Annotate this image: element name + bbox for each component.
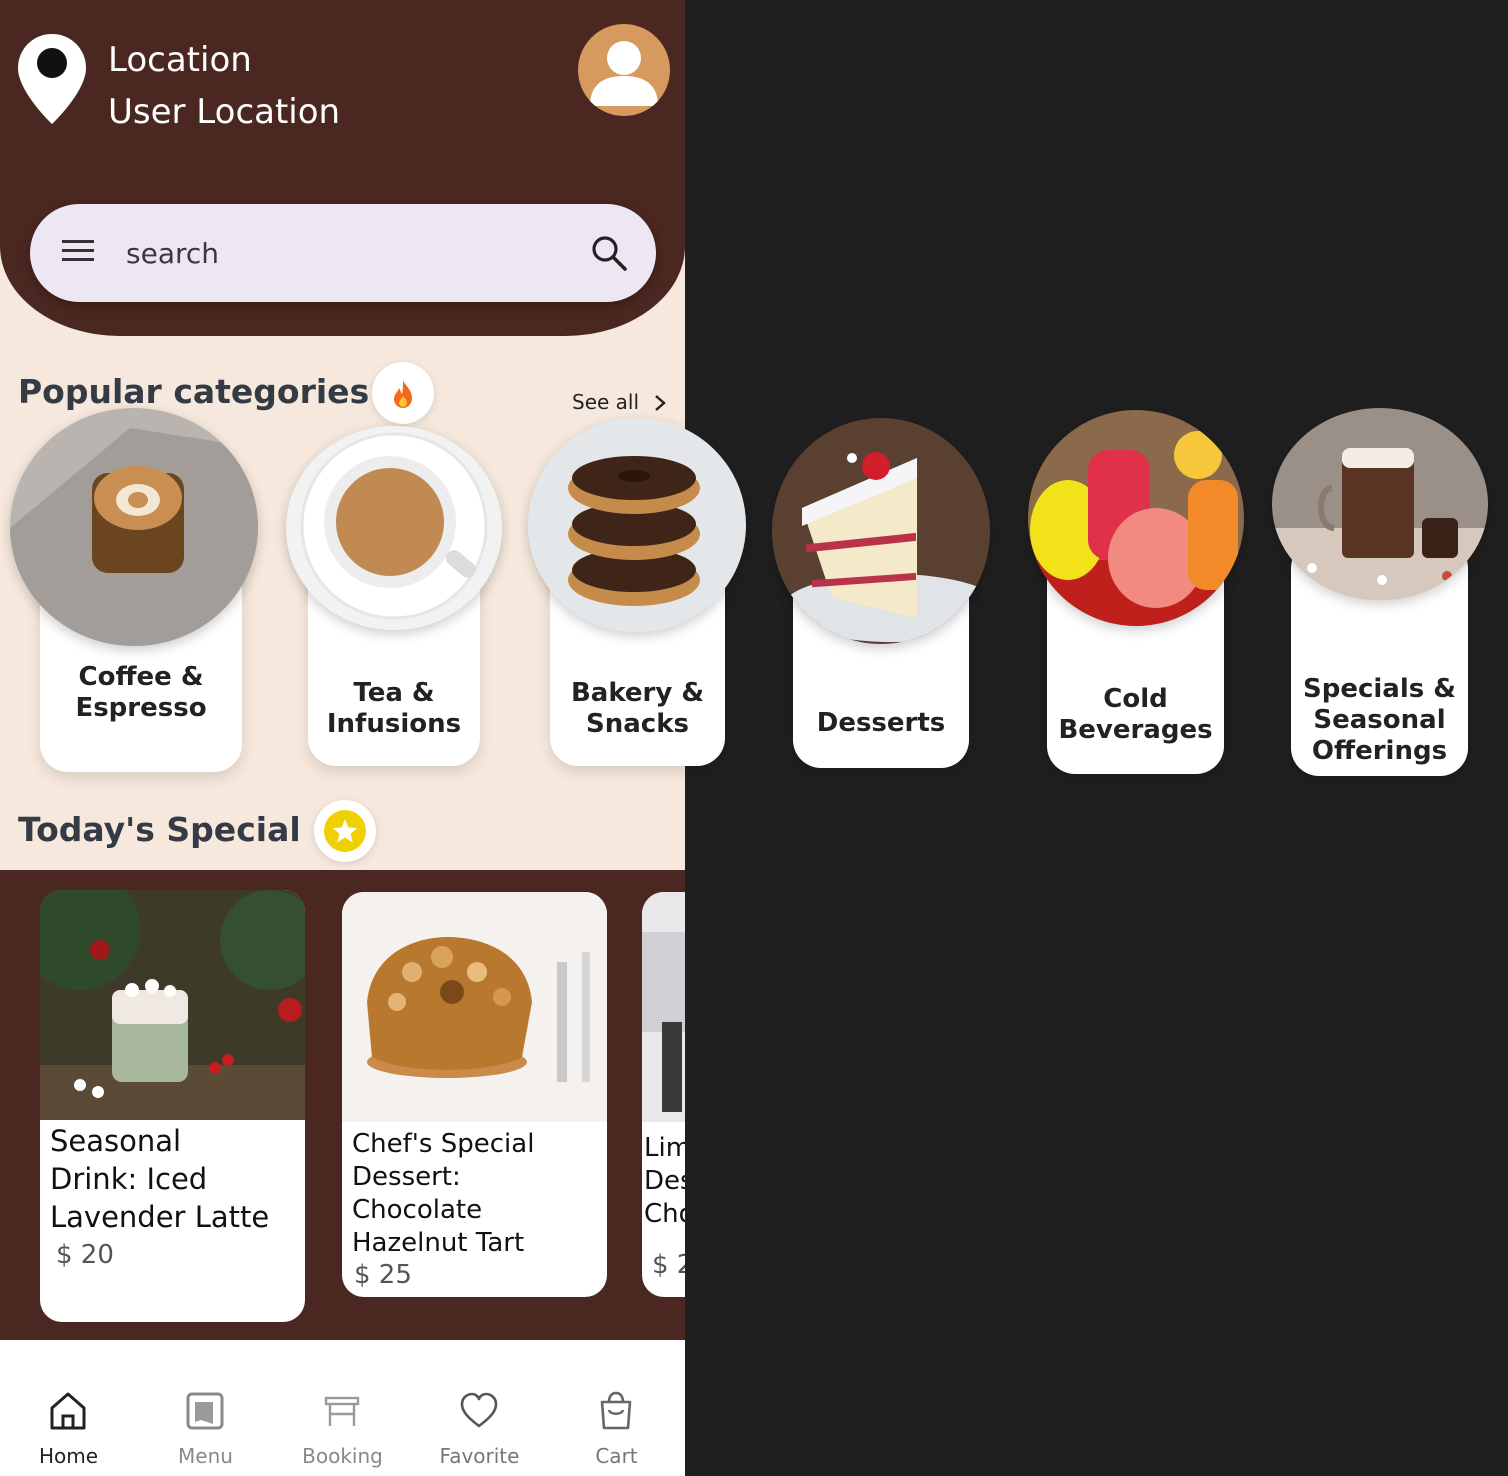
hamburger-menu-icon[interactable]: [62, 238, 94, 264]
see-all-link[interactable]: See all: [572, 390, 639, 414]
category-image-tea[interactable]: [286, 426, 502, 630]
nav-item-home[interactable]: Home: [0, 1340, 137, 1476]
category-label: Coffee & Espresso: [75, 662, 207, 723]
nav-label: Home: [38, 1444, 99, 1468]
nav-label: Booking: [302, 1444, 383, 1468]
search-icon[interactable]: [590, 234, 628, 272]
special-item-price: $ 2: [652, 1250, 685, 1280]
special-item-name: Lim Des Cho: [644, 1133, 685, 1229]
special-item-name: Seasonal Drink: Iced Lavender Latte: [50, 1124, 270, 1234]
location-label: Location: [108, 40, 252, 80]
star-badge: [314, 800, 376, 862]
shopping-bag-icon: [600, 1391, 632, 1430]
nav-label: Cart: [595, 1444, 638, 1468]
search-bar[interactable]: [30, 204, 656, 302]
nav-item-favorite[interactable]: Favorite: [411, 1340, 548, 1476]
location-pin-icon[interactable]: [16, 32, 88, 126]
category-label: Bakery & Snacks: [570, 678, 705, 739]
location-value[interactable]: User Location: [108, 92, 340, 132]
nav-item-cart[interactable]: Cart: [548, 1340, 685, 1476]
todays-special-title: Today's Special: [18, 810, 301, 849]
nav-label: Menu: [178, 1444, 233, 1468]
category-label: Desserts: [816, 708, 946, 738]
menu-book-icon: [186, 1392, 224, 1430]
booking-table-icon: [324, 1396, 360, 1426]
header: Location User Location: [0, 0, 685, 336]
home-icon: [50, 1392, 86, 1430]
category-label: Tea & Infusions: [326, 678, 462, 739]
star-icon: [324, 810, 366, 852]
category-image-bakery[interactable]: [528, 418, 746, 632]
user-avatar-icon[interactable]: [578, 24, 670, 116]
fire-icon: [394, 380, 412, 408]
popular-categories-title: Popular categories: [18, 372, 370, 411]
category-label: Specials & Seasonal Offerings: [1303, 674, 1456, 766]
nav-label: Favorite: [439, 1444, 520, 1468]
search-input[interactable]: [126, 232, 546, 274]
fire-badge: [372, 362, 434, 424]
category-image-coffee[interactable]: [10, 408, 258, 646]
special-item-price: $ 25: [354, 1260, 412, 1290]
special-item-card[interactable]: Lim Des Cho $ 2: [642, 892, 685, 1297]
category-label: Cold Beverages: [1058, 684, 1213, 745]
heart-icon: [460, 1392, 498, 1428]
special-item-name: Chef's Special Dessert: Chocolate Hazeln…: [352, 1129, 535, 1258]
special-item-price: $ 20: [56, 1240, 114, 1270]
special-item-image: [642, 892, 685, 1122]
nav-item-booking[interactable]: Booking: [274, 1340, 411, 1476]
special-item-card[interactable]: Chef's Special Dessert: Chocolate Hazeln…: [342, 892, 607, 1297]
todays-special-carousel[interactable]: Seasonal Drink: Iced Lavender Latte $ 20: [0, 870, 685, 1340]
category-image-specials[interactable]: [1272, 408, 1488, 600]
category-image-desserts[interactable]: [772, 418, 990, 644]
category-image-cold-beverages[interactable]: [1028, 410, 1244, 626]
nav-item-menu[interactable]: Menu: [137, 1340, 274, 1476]
special-item-image: [40, 890, 305, 1120]
special-item-card[interactable]: Seasonal Drink: Iced Lavender Latte $ 20: [40, 890, 305, 1322]
chevron-right-icon[interactable]: [652, 393, 668, 413]
special-item-image: [342, 892, 607, 1122]
bottom-navigation: Home Menu Booking Favorite Cart: [0, 1340, 685, 1476]
